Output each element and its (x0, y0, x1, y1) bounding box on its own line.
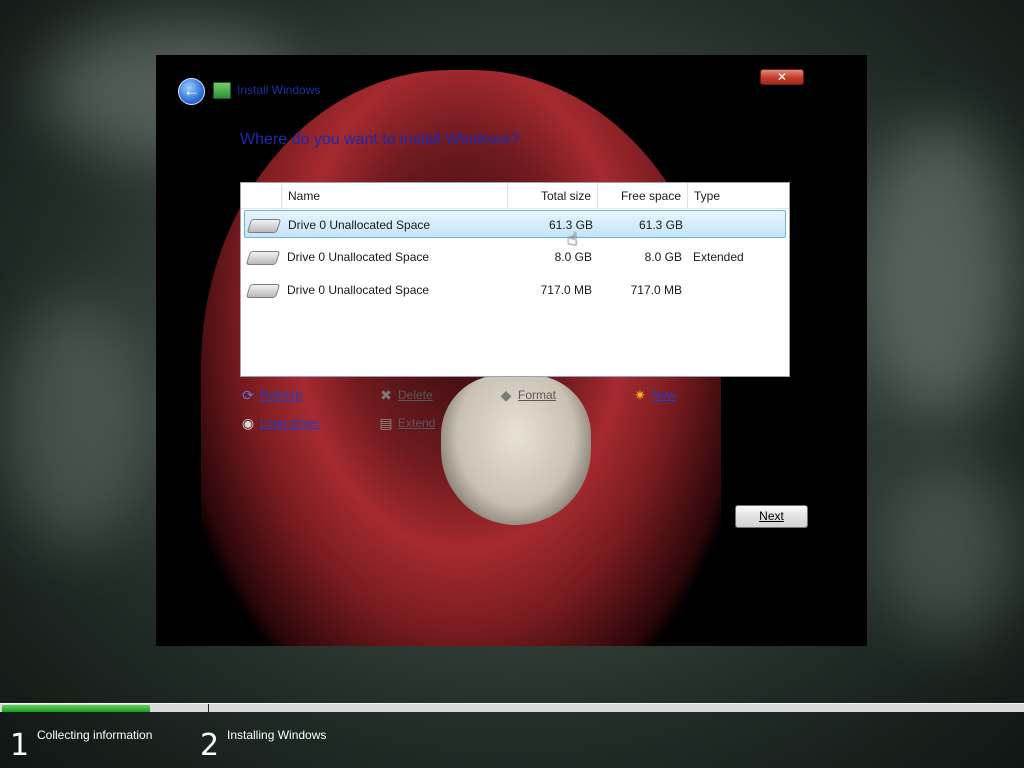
step-number: 1 (10, 728, 30, 763)
disc-icon: ◉ (241, 415, 255, 431)
step-label: Installing Windows (227, 728, 327, 742)
extend-link[interactable]: ▤ Extend (378, 414, 448, 432)
setup-window: ← Install Windows ✕ Where do you want to… (156, 55, 867, 646)
refresh-link[interactable]: ⟳ Refresh (240, 386, 320, 404)
column-header-name[interactable]: Name (281, 183, 507, 209)
disk-total-size: 717.0 MB (540, 283, 592, 297)
background-smoke (860, 120, 1020, 420)
new-label: New (652, 388, 677, 402)
setup-progress-bar (0, 703, 1024, 713)
extend-label: Extend (398, 416, 436, 430)
column-header-free-space[interactable]: Free space (597, 183, 687, 209)
window-title: Install Windows (237, 83, 321, 97)
disk-free-space: 8.0 GB (644, 250, 682, 264)
delete-link[interactable]: ✖ Delete (378, 386, 448, 404)
disk-row[interactable]: Drive 0 Unallocated Space 61.3 GB 61.3 G… (244, 210, 786, 238)
disk-row[interactable]: Drive 0 Unallocated Space 717.0 MB 717.0… (244, 276, 786, 304)
refresh-label: Refresh (260, 388, 303, 402)
drive-icon (246, 219, 282, 233)
column-header-type[interactable]: Type (687, 183, 791, 209)
next-button[interactable]: Next (735, 505, 808, 528)
drive-icon (245, 284, 281, 298)
background-smoke (0, 300, 150, 550)
new-link[interactable]: ✷ New (632, 386, 692, 404)
load-driver-label: Load driver (260, 416, 321, 430)
new-icon: ✷ (634, 387, 646, 403)
close-button[interactable]: ✕ (760, 69, 804, 85)
disk-free-space: 61.3 GB (638, 218, 683, 232)
format-icon: ◆ (500, 387, 512, 403)
drive-icon (245, 251, 281, 265)
progress-divider (208, 704, 209, 713)
list-header: Name Total size Free space Type (241, 183, 789, 209)
hand-cursor-icon: ☝ (567, 229, 578, 249)
refresh-icon: ⟳ (242, 387, 254, 403)
disk-name: Drive 0 Unallocated Space (288, 218, 431, 232)
disk-row[interactable]: Drive 0 Unallocated Space 8.0 GB 8.0 GB … (244, 243, 786, 271)
disk-name: Drive 0 Unallocated Space (287, 250, 430, 264)
column-header-total-size[interactable]: Total size (507, 183, 597, 209)
format-link[interactable]: ◆ Format (498, 386, 568, 404)
step-number: 2 (200, 728, 220, 763)
progress-fill (2, 705, 150, 712)
disk-name: Drive 0 Unallocated Space (287, 283, 430, 297)
background-smoke (880, 460, 1020, 640)
disk-type: Extended (693, 250, 744, 264)
disk-free-space: 717.0 MB (630, 283, 682, 297)
back-button[interactable]: ← (178, 78, 205, 105)
page-heading: Where do you want to install Windows? (240, 131, 520, 148)
delete-label: Delete (398, 388, 433, 402)
disk-list[interactable]: Name Total size Free space Type Drive 0 … (240, 182, 790, 377)
setup-icon (213, 82, 231, 99)
step-label: Collecting information (37, 728, 153, 742)
load-driver-link[interactable]: ◉ Load driver (240, 414, 340, 432)
extend-icon: ▤ (379, 415, 393, 431)
format-label: Format (518, 388, 557, 402)
delete-icon: ✖ (380, 387, 392, 403)
